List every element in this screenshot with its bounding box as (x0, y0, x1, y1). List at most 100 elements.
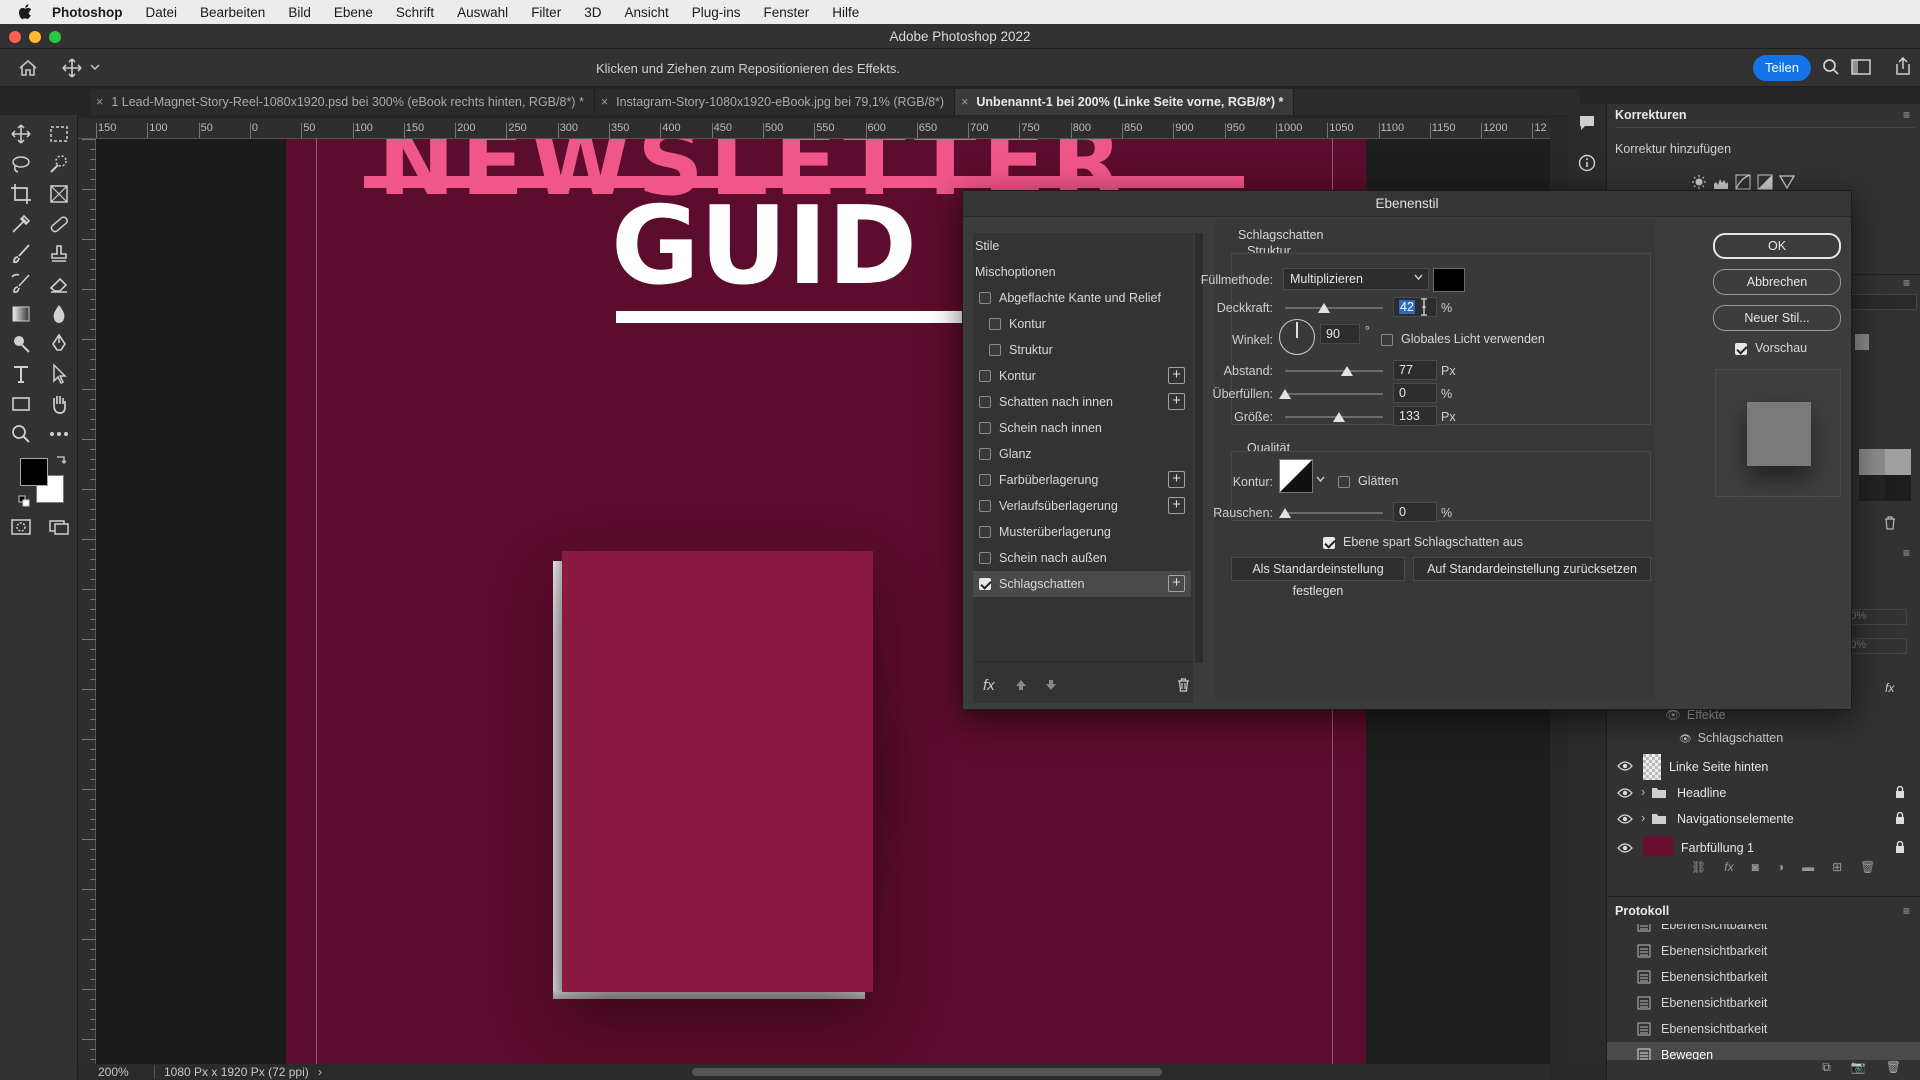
eye-icon[interactable]: 👁 (1679, 734, 1692, 745)
close-icon[interactable]: × (961, 95, 968, 109)
layer-row[interactable]: › Headline (1607, 780, 1920, 806)
cancel-button[interactable]: Abbrechen (1713, 269, 1841, 295)
close-icon[interactable]: × (601, 95, 608, 109)
type-icon[interactable] (9, 362, 35, 388)
trash-icon[interactable] (1883, 516, 1897, 530)
history-item[interactable]: Ebenensichtbarkeit (1607, 964, 1920, 990)
menu-hilfe[interactable]: Hilfe (832, 5, 859, 20)
frame-icon[interactable] (47, 182, 73, 208)
info-icon[interactable] (1578, 154, 1596, 172)
menu-photoshop[interactable]: Photoshop (52, 5, 123, 20)
share-button[interactable]: Teilen (1753, 55, 1811, 81)
arrow-down-icon[interactable] (1045, 679, 1057, 691)
history-item-selected[interactable]: Bewegen (1607, 1042, 1920, 1060)
style-row[interactable]: Kontur (973, 311, 1191, 337)
tab-instagram-story[interactable]: × Instagram-Story-1080x1920-eBook.jpg bei… (595, 89, 956, 115)
zoom-icon[interactable] (9, 422, 35, 448)
mask-icon[interactable]: ◙ (1752, 860, 1759, 874)
fuellmethode-select[interactable]: Multiplizieren (1283, 268, 1429, 290)
style-row[interactable]: Verlaufsüberlagerung + (973, 493, 1191, 519)
chevron-right-icon[interactable]: › (1641, 785, 1645, 799)
menu-schrift[interactable]: Schrift (396, 5, 434, 20)
search-icon[interactable] (1822, 58, 1840, 76)
dialog-title[interactable]: Ebenenstil (963, 191, 1851, 217)
deckkraft-input[interactable]: 42 (1393, 297, 1437, 317)
quick-select-icon[interactable] (47, 152, 73, 178)
trash-icon[interactable]: 🗑 (1886, 1060, 1901, 1080)
eye-icon[interactable] (1617, 760, 1633, 772)
menu-bild[interactable]: Bild (288, 5, 311, 20)
style-row[interactable]: Kontur + (973, 363, 1191, 389)
glaetten-checkbox[interactable] (1338, 476, 1350, 488)
comments-icon[interactable] (1578, 114, 1596, 132)
eye-icon[interactable] (1617, 813, 1633, 825)
eye-icon[interactable]: 👁 (1665, 708, 1681, 722)
default-colors-icon[interactable] (18, 495, 30, 507)
home-icon[interactable] (18, 59, 38, 77)
rauschen-input[interactable]: 0 (1393, 502, 1437, 522)
chevron-right-icon[interactable]: › (318, 1065, 322, 1079)
history-item[interactable]: Ebenensichtbarkeit (1607, 924, 1920, 938)
rectangle-icon[interactable] (9, 392, 35, 418)
blur-icon[interactable] (47, 302, 73, 328)
style-checkbox[interactable] (979, 448, 991, 460)
pen-icon[interactable] (47, 332, 73, 358)
exposure-icon[interactable] (1757, 174, 1773, 190)
styles-scrollbar[interactable] (1195, 233, 1203, 663)
winkel-input[interactable]: 90 (1320, 324, 1360, 344)
trash-icon[interactable] (1177, 678, 1190, 692)
export-icon[interactable] (1893, 57, 1913, 75)
deckkraft-slider-thumb[interactable] (1318, 303, 1330, 313)
history-item[interactable]: Ebenensichtbarkeit (1607, 938, 1920, 964)
ebook-cover[interactable] (562, 551, 873, 992)
swatch[interactable] (1855, 334, 1869, 350)
winkel-dial[interactable] (1279, 319, 1315, 355)
chevron-down-icon[interactable] (1316, 475, 1325, 483)
healing-brush-icon[interactable] (47, 212, 73, 238)
rauschen-slider-thumb[interactable] (1279, 508, 1291, 518)
swatch[interactable] (1885, 475, 1911, 501)
style-checkbox[interactable] (979, 500, 991, 512)
panel-menu-icon[interactable]: ≡ (1903, 546, 1910, 560)
globales-licht-checkbox[interactable] (1381, 334, 1393, 346)
style-row[interactable]: Schlagschatten + (973, 571, 1191, 597)
menu-3d[interactable]: 3D (584, 5, 601, 20)
panel-menu-icon[interactable]: ≡ (1903, 108, 1910, 122)
style-checkbox[interactable] (979, 552, 991, 564)
rauschen-slider[interactable] (1285, 512, 1383, 514)
brush-icon[interactable] (9, 242, 35, 268)
levels-icon[interactable] (1713, 174, 1729, 190)
eye-icon[interactable] (1617, 787, 1633, 799)
abstand-slider[interactable] (1285, 370, 1383, 372)
snapshot-icon[interactable]: 📷 (1851, 1060, 1866, 1080)
path-select-icon[interactable] (47, 362, 73, 388)
ueberfuellen-slider[interactable] (1285, 393, 1383, 395)
move-icon[interactable] (9, 122, 35, 148)
new-style-button[interactable]: Neuer Stil... (1713, 305, 1841, 331)
stamp-icon[interactable] (47, 242, 73, 268)
trash-icon[interactable]: 🗑 (1860, 860, 1875, 874)
style-row[interactable]: Glanz (973, 441, 1191, 467)
style-checkbox[interactable] (979, 396, 991, 408)
menu-auswahl[interactable]: Auswahl (457, 5, 508, 20)
menu-filter[interactable]: Filter (531, 5, 561, 20)
group-icon[interactable]: ▬ (1802, 860, 1814, 874)
screen-mode-icon[interactable] (47, 515, 73, 541)
style-checkbox[interactable] (979, 526, 991, 538)
style-row[interactable]: Farbüberlagerung + (973, 467, 1191, 493)
style-checkbox[interactable] (979, 474, 991, 486)
eyedropper-icon[interactable] (9, 212, 35, 238)
style-row[interactable]: Schein nach außen (973, 545, 1191, 571)
swap-colors-icon[interactable] (55, 453, 67, 465)
abstand-input[interactable]: 77 (1393, 360, 1437, 380)
gradient-icon[interactable] (9, 302, 35, 328)
menu-plugins[interactable]: Plug-ins (692, 5, 741, 20)
kontur-curve-picker[interactable] (1279, 459, 1313, 493)
history-brush-icon[interactable] (9, 272, 35, 298)
lock-icon[interactable] (1895, 841, 1905, 853)
menu-ebene[interactable]: Ebene (334, 5, 373, 20)
ueberfuellen-slider-thumb[interactable] (1279, 389, 1291, 399)
reset-default-button[interactable]: Auf Standardeinstellung zurücksetzen (1413, 557, 1651, 581)
layer-row[interactable]: Farbfüllung 1 (1607, 834, 1920, 856)
style-checkbox[interactable] (989, 318, 1001, 330)
